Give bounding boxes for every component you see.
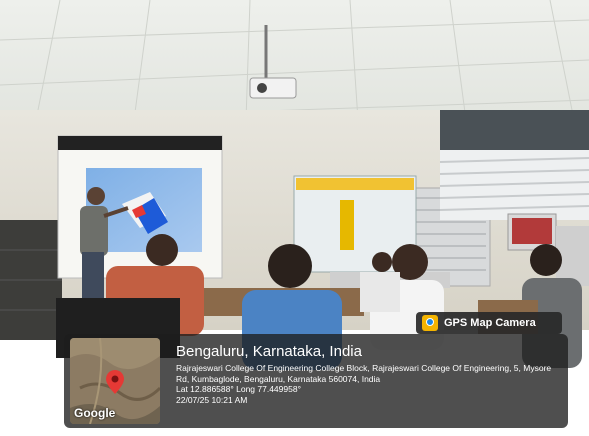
map-thumbnail: Google — [70, 338, 160, 424]
google-attribution: Google — [74, 406, 116, 420]
location-city: Bengaluru, Karnataka, India — [176, 343, 362, 360]
location-address: Rajrajeswari College Of Engineering Coll… — [176, 363, 552, 384]
location-timestamp: 22/07/25 10:21 AM — [176, 394, 248, 405]
location-info: Bengaluru, Karnataka, India Rajrajeswari… — [176, 343, 560, 405]
gps-map-camera-label: GPS Map Camera — [444, 317, 536, 329]
location-coordinates: Lat 12.886588° Long 77.449958° — [176, 384, 301, 394]
gps-map-camera-icon — [422, 315, 438, 331]
gps-map-camera-badge: GPS Map Camera — [416, 312, 562, 334]
